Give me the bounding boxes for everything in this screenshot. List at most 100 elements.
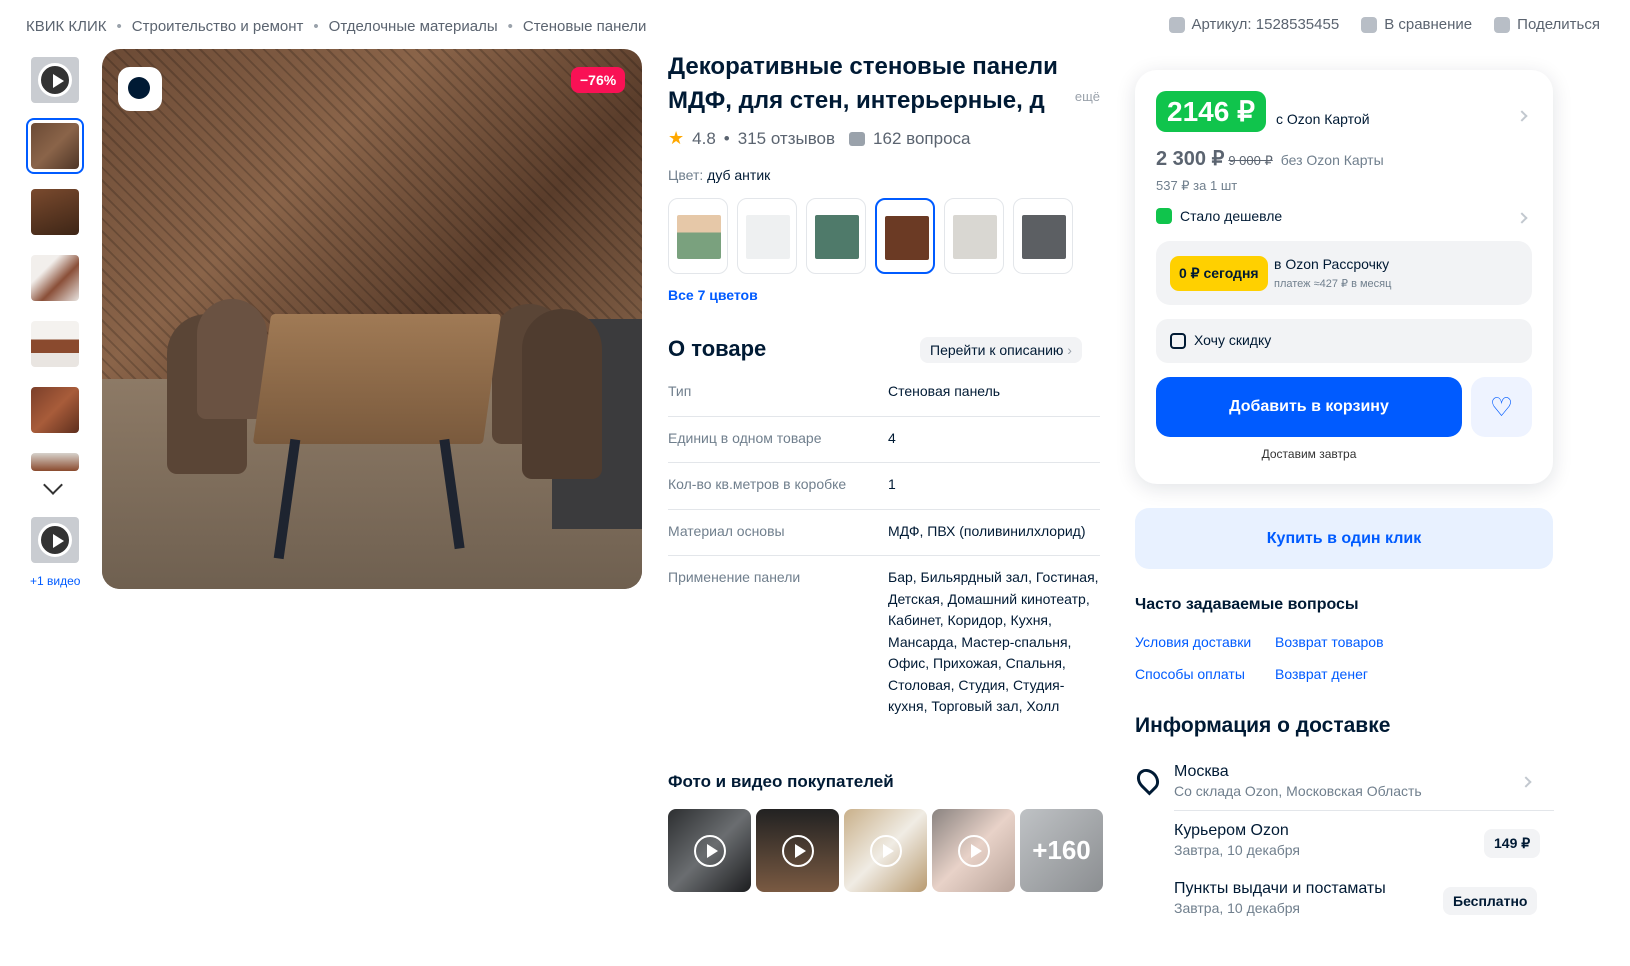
faq-link-payment[interactable]: Способы оплаты [1135, 666, 1275, 682]
share-label: Поделиться [1517, 16, 1600, 33]
courier-date: Завтра, 10 декабря [1174, 842, 1300, 858]
more-video-label[interactable]: +1 видео [30, 574, 80, 588]
thumbnail-3[interactable] [26, 250, 84, 306]
share-icon [1494, 16, 1511, 33]
old-price: 9 000 ₽ [1228, 153, 1273, 168]
properties-table: Тип Стеновая панель Единиц в одном товаре… [668, 370, 1100, 731]
buyer-video[interactable] [844, 809, 927, 892]
property-row: Тип Стеновая панель [668, 370, 1100, 417]
color-value: дуб антик [707, 167, 771, 183]
installment-badge: 0 ₽ сегодня [1170, 256, 1268, 291]
courier-title: Курьером Ozon [1174, 822, 1289, 839]
divider [1174, 810, 1554, 811]
compare-icon [1361, 16, 1378, 33]
top-actions: Артикул: 1528535455 В сравнение Поделить… [1168, 16, 1600, 33]
want-discount-button[interactable]: Хочу скидку [1156, 319, 1532, 363]
copy-icon [1168, 16, 1185, 33]
property-row: Материал основы МДФ, ПВХ (поливинилхлорид… [668, 510, 1100, 556]
pickup-title: Пункты выдачи и постаматы [1174, 880, 1386, 897]
chevron-right-icon[interactable] [1520, 776, 1532, 788]
main-product-image[interactable] [102, 49, 642, 589]
property-key: Применение панели [668, 569, 801, 585]
rating-row: ★ 4.8 • 315 отзывов 162 вопроса [668, 128, 971, 149]
thumbnail-video[interactable] [26, 52, 84, 108]
questions-link[interactable]: 162 вопроса [873, 129, 970, 149]
buy-one-click-button[interactable]: Купить в один клик [1135, 508, 1553, 569]
faq-link-refund[interactable]: Возврат денег [1275, 666, 1384, 682]
breadcrumb: КВИК КЛИК • Строительство и ремонт • Отд… [26, 18, 646, 35]
add-to-cart-button[interactable]: Добавить в корзину [1156, 377, 1462, 437]
faq-links: Условия доставки Возврат товаров Способы… [1135, 634, 1384, 682]
breadcrumb-item-construction[interactable]: Строительство и ремонт [132, 18, 304, 35]
color-swatch[interactable] [737, 198, 797, 274]
delivery-city[interactable]: Москва Со склада Ozon, Московская Област… [1174, 763, 1422, 799]
gallery-thumbnails [26, 52, 88, 486]
all-colors-link[interactable]: Все 7 цветов [668, 287, 758, 303]
property-value: МДФ, ПВХ (поливинилхлорид) [888, 522, 1086, 539]
zoom-icon[interactable] [118, 67, 162, 111]
play-icon [957, 834, 990, 867]
reviews-link[interactable]: 315 отзывов [738, 129, 835, 149]
questions-icon [849, 131, 866, 146]
product-title-line1: Декоративные стеновые панели [668, 53, 1058, 80]
location-pin-icon [1132, 764, 1164, 796]
faq-link-returns[interactable]: Возврат товаров [1275, 634, 1384, 650]
thumbnail-2[interactable] [26, 184, 84, 240]
property-key: Кол-во кв.метров в коробке [668, 476, 847, 492]
play-icon [869, 834, 902, 867]
color-swatch[interactable] [668, 198, 728, 274]
breadcrumb-separator: • [313, 18, 319, 35]
color-swatch[interactable] [806, 198, 866, 274]
pickup-price: Бесплатно [1443, 887, 1538, 915]
installment-title: в Ozon Рассрочку [1274, 256, 1390, 272]
faq-link-delivery[interactable]: Условия доставки [1135, 634, 1275, 650]
breadcrumb-item-wall-panels[interactable]: Стеновые панели [523, 18, 647, 35]
breadcrumb-item-seller[interactable]: КВИК КЛИК [26, 18, 107, 35]
thumbnail-customer-video[interactable] [26, 512, 84, 568]
discount-badge: −76% [571, 67, 626, 93]
courier-price: 149 ₽ [1484, 829, 1541, 858]
buyer-video[interactable] [756, 809, 839, 892]
installment-sub: платеж ≈427 ₽ в месяц [1274, 278, 1392, 290]
article-number: Артикул: 1528535455 [1191, 16, 1340, 33]
buyer-media-more[interactable]: +160 [1020, 809, 1103, 892]
property-row: Кол-во кв.метров в коробке 1 [668, 463, 1100, 510]
color-swatches [668, 198, 1073, 274]
buyer-media-title: Фото и видео покупателей [668, 772, 894, 791]
color-swatch[interactable] [1013, 198, 1073, 274]
about-title: О товаре [668, 336, 767, 361]
discount-icon [1170, 333, 1186, 349]
compare-button[interactable]: В сравнение [1361, 16, 1472, 33]
thumbnail-6[interactable] [26, 448, 84, 476]
property-row: Применение панели Бар, Бильярдный зал, Го… [668, 556, 1100, 731]
play-icon [781, 834, 814, 867]
arrow-down-icon [1156, 208, 1172, 224]
buyer-video[interactable] [668, 809, 751, 892]
goto-description-button[interactable]: Перейти к описанию › [920, 337, 1082, 363]
property-value: Бар, Бильярдный зал, Гостиная, Детская, … [888, 569, 1099, 714]
title-more-link[interactable]: ещё [1044, 80, 1100, 114]
city-sub: Со склада Ozon, Московская Область [1174, 783, 1422, 799]
favorite-heart-icon[interactable]: ♡ [1471, 377, 1532, 437]
compare-label: В сравнение [1384, 16, 1473, 33]
property-value: Стеновая панель [888, 383, 1001, 399]
play-icon [38, 523, 72, 557]
rating-value: 4.8 [692, 128, 716, 148]
breadcrumb-item-finishing[interactable]: Отделочные материалы [329, 18, 498, 35]
thumbnail-1[interactable] [26, 118, 84, 174]
property-key: Тип [668, 383, 692, 399]
color-swatch-selected[interactable] [875, 198, 935, 274]
color-swatch[interactable] [944, 198, 1004, 274]
price-dropped[interactable]: Стало дешевле [1156, 208, 1282, 224]
product-title: Декоративные стеновые панели МДФ, для ст… [668, 50, 1108, 118]
thumbnail-4[interactable] [26, 316, 84, 372]
share-button[interactable]: Поделиться [1494, 16, 1600, 33]
without-card-label: без Ozon Карты [1280, 152, 1384, 168]
article-copy[interactable]: Артикул: 1528535455 [1168, 16, 1340, 33]
with-card-label: с Ozon Картой [1276, 111, 1370, 127]
star-icon: ★ [668, 128, 685, 148]
delivery-courier: Курьером Ozon Завтра, 10 декабря [1174, 822, 1300, 858]
buyer-video[interactable] [932, 809, 1015, 892]
breadcrumb-separator: • [116, 18, 122, 35]
thumbnail-5[interactable] [26, 382, 84, 438]
